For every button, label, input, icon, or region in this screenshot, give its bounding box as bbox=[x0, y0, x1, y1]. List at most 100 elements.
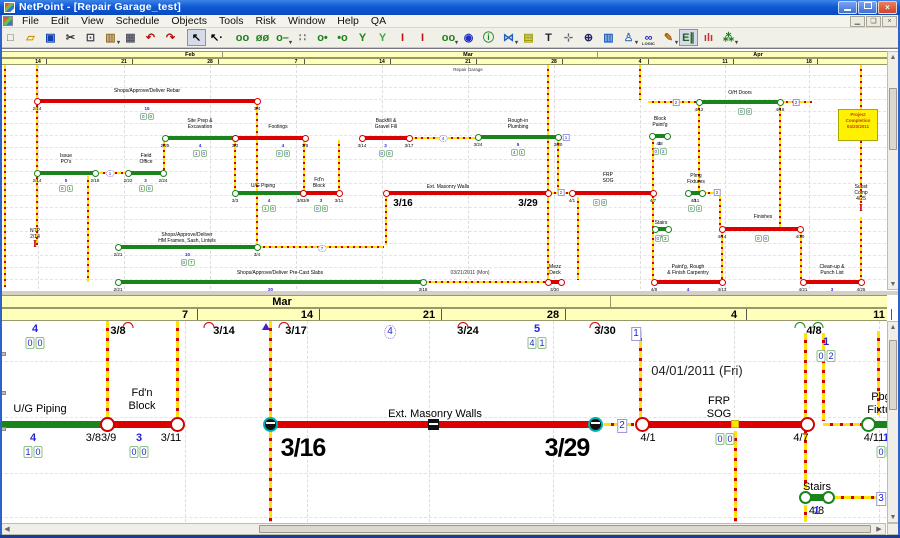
title-bar[interactable]: NetPoint - [Repair Garage_test] × bbox=[0, 0, 900, 15]
activity-start-node-ext-masonry-walls[interactable] bbox=[263, 417, 278, 432]
activity-bar-footings[interactable] bbox=[235, 136, 305, 140]
mdi-restore-button[interactable]: ❏ bbox=[866, 16, 881, 27]
activity-finish-node-frp-sog[interactable] bbox=[800, 417, 815, 432]
activity-start-node-frp-sog[interactable] bbox=[569, 190, 576, 197]
activity-bar-fdn-block[interactable] bbox=[107, 421, 177, 428]
text-button[interactable]: T bbox=[539, 29, 558, 46]
activity-bar-ext-masonry-walls[interactable] bbox=[386, 191, 548, 195]
activity-start-node-finishes[interactable] bbox=[719, 226, 726, 233]
trace-button[interactable]: ⁂ bbox=[719, 29, 738, 46]
activity-start-node-shops-rebar[interactable] bbox=[34, 98, 41, 105]
milestone-ntp[interactable]: I bbox=[33, 241, 37, 249]
fork-alt-button[interactable]: Y bbox=[373, 29, 392, 46]
activity-finish-node-paintg-carpentry[interactable] bbox=[719, 279, 726, 286]
paste-button[interactable]: ▥ bbox=[101, 29, 120, 46]
undo-button[interactable]: ↶ bbox=[141, 29, 160, 46]
activity-finish-node-ext-masonry-walls[interactable] bbox=[545, 190, 552, 197]
activity-start-node-rough-in-plumbing[interactable] bbox=[475, 134, 482, 141]
activity-finish-node-ext-masonry-walls[interactable] bbox=[588, 417, 603, 432]
save-button[interactable]: ▣ bbox=[41, 29, 60, 46]
bottom-pane-vscrollbar-down-arrow[interactable]: ▼ bbox=[888, 514, 898, 521]
activity-finish-node-frp-sog[interactable] bbox=[650, 190, 657, 197]
hscrollbar-left-arrow[interactable]: ◀ bbox=[3, 526, 11, 533]
activity-finish-node-issue-pos[interactable] bbox=[92, 170, 99, 177]
activity-bar-shops-hm-frames[interactable] bbox=[118, 245, 257, 249]
info-button[interactable]: ⓘ bbox=[479, 29, 498, 46]
fork-button[interactable]: Y bbox=[353, 29, 372, 46]
menu-tools[interactable]: Tools bbox=[213, 15, 250, 28]
activity-bar-issue-pos[interactable] bbox=[37, 171, 95, 175]
milestone-subst-comp[interactable]: I bbox=[859, 205, 863, 213]
activity-bar-ug-piping[interactable] bbox=[235, 191, 303, 195]
activity-start-node-fdn-block[interactable] bbox=[300, 190, 307, 197]
menu-schedule[interactable]: Schedule bbox=[110, 15, 166, 28]
activity-drag-handle-ext-masonry-walls[interactable] bbox=[428, 419, 439, 430]
bottom-pane-vscrollbar-up-arrow[interactable]: ▲ bbox=[888, 324, 898, 331]
top-pane-vscrollbar-up-arrow[interactable]: ▲ bbox=[888, 54, 898, 61]
activity-finish-node-shops-precast[interactable] bbox=[420, 279, 427, 286]
activity-finish-node-oh-doors[interactable] bbox=[777, 99, 784, 106]
highlight-button[interactable]: ✎ bbox=[659, 29, 678, 46]
mdi-minimize-button[interactable]: ▁ bbox=[850, 16, 865, 27]
merge-button[interactable]: o• bbox=[313, 29, 332, 46]
activity-start-node-fdn-block[interactable] bbox=[100, 417, 115, 432]
resource-button[interactable]: ♙ bbox=[619, 29, 638, 46]
activity-finish-node-field-office[interactable] bbox=[160, 170, 167, 177]
new-button[interactable]: □ bbox=[1, 29, 20, 46]
minimize-button[interactable] bbox=[838, 1, 857, 14]
select-button[interactable]: ↖ bbox=[187, 29, 206, 46]
activity-bar-frp-sog[interactable] bbox=[642, 421, 807, 428]
activity-finish-node-mezz-deck[interactable] bbox=[558, 279, 565, 286]
activity-start-node-oh-doors[interactable] bbox=[696, 99, 703, 106]
add-select-button[interactable]: ↖· bbox=[207, 29, 226, 46]
menu-file[interactable]: File bbox=[16, 15, 45, 28]
redo-button[interactable]: ↷ bbox=[161, 29, 180, 46]
activity-finish-node-shops-hm-frames[interactable] bbox=[254, 244, 261, 251]
mdi-close-button[interactable]: × bbox=[882, 16, 897, 27]
activity-bar-paintg-carpentry[interactable] bbox=[654, 280, 722, 284]
notes-button[interactable]: ▤ bbox=[519, 29, 538, 46]
hscrollbar[interactable]: ◀▶ bbox=[0, 523, 886, 535]
activity-start-node-field-office[interactable] bbox=[125, 170, 132, 177]
activity-start-node-plmg-fixtures[interactable] bbox=[685, 190, 692, 197]
activity-finish-node-footings[interactable] bbox=[302, 135, 309, 142]
activity-bar-field-office[interactable] bbox=[128, 171, 163, 175]
copy-button[interactable]: ⊡ bbox=[81, 29, 100, 46]
menu-edit[interactable]: Edit bbox=[45, 15, 75, 28]
activity-start-node-shops-hm-frames[interactable] bbox=[115, 244, 122, 251]
open-button[interactable]: ▱ bbox=[21, 29, 40, 46]
delete-link-button[interactable]: øø bbox=[253, 29, 272, 46]
group-link-button[interactable]: oo bbox=[439, 29, 458, 46]
activity-start-node-mezz-deck[interactable] bbox=[545, 279, 552, 286]
activity-start-node-clean-up[interactable] bbox=[800, 279, 807, 286]
activity-bar-fdn-block[interactable] bbox=[303, 191, 339, 195]
benchmark-button[interactable]: ◉ bbox=[459, 29, 478, 46]
top-pane-vscrollbar-down-arrow[interactable]: ▼ bbox=[888, 281, 898, 288]
activity-finish-node-fdn-block[interactable] bbox=[336, 190, 343, 197]
cut-button[interactable]: ✂ bbox=[61, 29, 80, 46]
menu-view[interactable]: View bbox=[75, 15, 110, 28]
milestone-button[interactable]: I bbox=[393, 29, 412, 46]
add-activity-button[interactable]: o–o bbox=[273, 29, 292, 46]
embed-button[interactable]: ⋈ bbox=[499, 29, 518, 46]
activity-bar-shops-rebar[interactable] bbox=[37, 99, 257, 103]
activity-start-node-backfill[interactable] bbox=[359, 135, 366, 142]
activity-bar-finishes[interactable] bbox=[722, 227, 800, 231]
project-completion-note[interactable]: ProjectCompletion04/20/2011 bbox=[838, 109, 878, 141]
activity-bar-rough-in-plumbing[interactable] bbox=[478, 135, 558, 139]
menu-window[interactable]: Window bbox=[282, 15, 331, 28]
hscrollbar-right-arrow[interactable]: ▶ bbox=[875, 526, 883, 533]
menu-objects[interactable]: Objects bbox=[165, 15, 213, 28]
dissolve-button[interactable]: ∷ bbox=[293, 29, 312, 46]
activity-start-node-pbg-fixtures[interactable] bbox=[861, 417, 876, 432]
activity-bar-clean-up[interactable] bbox=[803, 280, 861, 284]
restore-button[interactable] bbox=[858, 1, 877, 14]
bottom-pane-vscrollbar-thumb[interactable] bbox=[889, 340, 897, 410]
close-button[interactable]: × bbox=[878, 1, 897, 14]
activity-start-node-ext-masonry-walls[interactable] bbox=[383, 190, 390, 197]
activity-bar-frp-sog[interactable] bbox=[572, 191, 653, 195]
histogram-button[interactable]: ılı bbox=[699, 29, 718, 46]
menu-qa[interactable]: QA bbox=[365, 15, 392, 28]
activity-finish-node-fdn-block[interactable] bbox=[170, 417, 185, 432]
milestone-alt-button[interactable]: I bbox=[413, 29, 432, 46]
